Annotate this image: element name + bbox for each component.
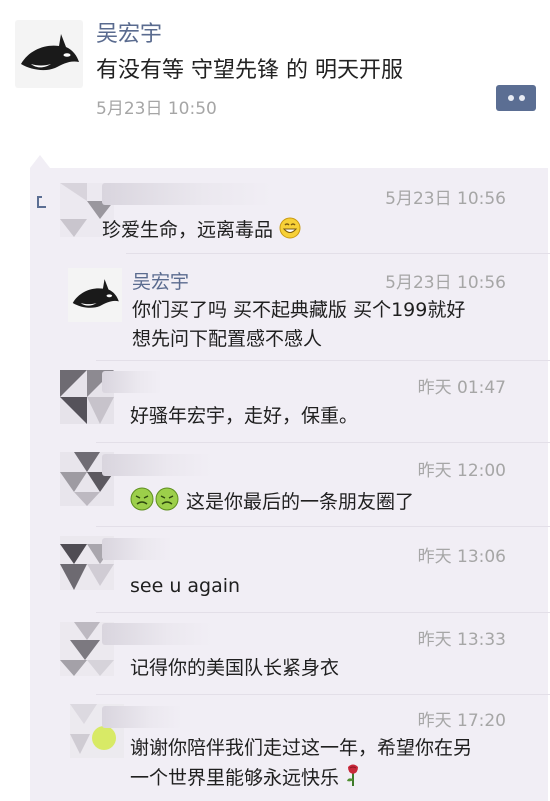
comment-timestamp: 5月23日 10:56 [385, 273, 506, 293]
blurred-commenter-name[interactable] [102, 371, 162, 393]
comment-text: 你们买了吗 买不起典藏版 买个199就好 想先问下配置感不感人 [132, 296, 465, 354]
comment-text-line: 你们买了吗 买不起典藏版 买个199就好 [132, 299, 466, 321]
moments-post: 吴宏宇 有没有等 守望先锋 的 明天开服 5月23日 10:50 [0, 0, 550, 160]
comment-text-line: 谢谢你陪伴我们走过这一年，希望你在另 [130, 737, 473, 759]
comment-timestamp: 昨天 12:00 [417, 461, 506, 481]
comment-text: 记得你的美国队长紧身衣 [130, 657, 340, 679]
comment-text-line: 想先问下配置感不感人 [132, 328, 323, 350]
blurred-commenter-name[interactable] [102, 454, 212, 476]
comment-text: 好骚年宏宇，走好，保重。 [130, 405, 359, 427]
sick-face-emoji [130, 487, 179, 511]
comment-divider [96, 526, 550, 527]
blurred-commenter-name[interactable] [102, 183, 272, 205]
rose-emoji [347, 764, 359, 786]
post-text: 有没有等 守望先锋 的 明天开服 [96, 58, 403, 83]
comment-timestamp: 昨天 17:20 [417, 711, 506, 731]
comment-text-body: 珍爱生命，远离毒品 [102, 219, 274, 241]
comment-timestamp: 5月23日 10:56 [385, 189, 506, 209]
commenter-name[interactable]: 吴宏宇 [132, 267, 189, 294]
comment-text-body: 一个世界里能够永远快乐 [130, 767, 340, 789]
comment-text: 这是你最后的一条朋友圈了 [130, 487, 414, 517]
comment-timestamp: 昨天 01:47 [417, 378, 506, 398]
comment-text: 珍爱生命，远离毒品 [102, 216, 301, 245]
post-author-name[interactable]: 吴宏宇 [96, 16, 162, 48]
more-dots-icon[interactable] [496, 85, 536, 111]
blurred-commenter-name[interactable] [102, 706, 182, 728]
comment-divider [96, 442, 550, 443]
grin-emoji [279, 217, 301, 239]
orca-avatar-icon[interactable] [15, 20, 83, 88]
orca-avatar-icon[interactable] [68, 268, 122, 322]
comment-divider [126, 253, 550, 254]
comment-divider [96, 612, 550, 613]
post-timestamp: 5月23日 10:50 [96, 99, 217, 119]
blurred-commenter-name[interactable] [102, 538, 172, 560]
comment-text: 谢谢你陪伴我们走过这一年，希望你在另 一个世界里能够永远快乐 [130, 734, 472, 793]
comment-timestamp: 昨天 13:33 [417, 630, 506, 650]
comment-text: see u again [130, 575, 241, 597]
blurred-commenter-name[interactable] [102, 623, 212, 645]
panel-pointer [30, 155, 50, 168]
comment-divider [96, 694, 550, 695]
comment-divider [96, 360, 550, 361]
comment-text-body: 这是你最后的一条朋友圈了 [186, 491, 415, 513]
comment-timestamp: 昨天 13:06 [417, 547, 506, 567]
comment-text-line: 一个世界里能够永远快乐 [130, 763, 472, 793]
comment-icon [37, 196, 46, 208]
